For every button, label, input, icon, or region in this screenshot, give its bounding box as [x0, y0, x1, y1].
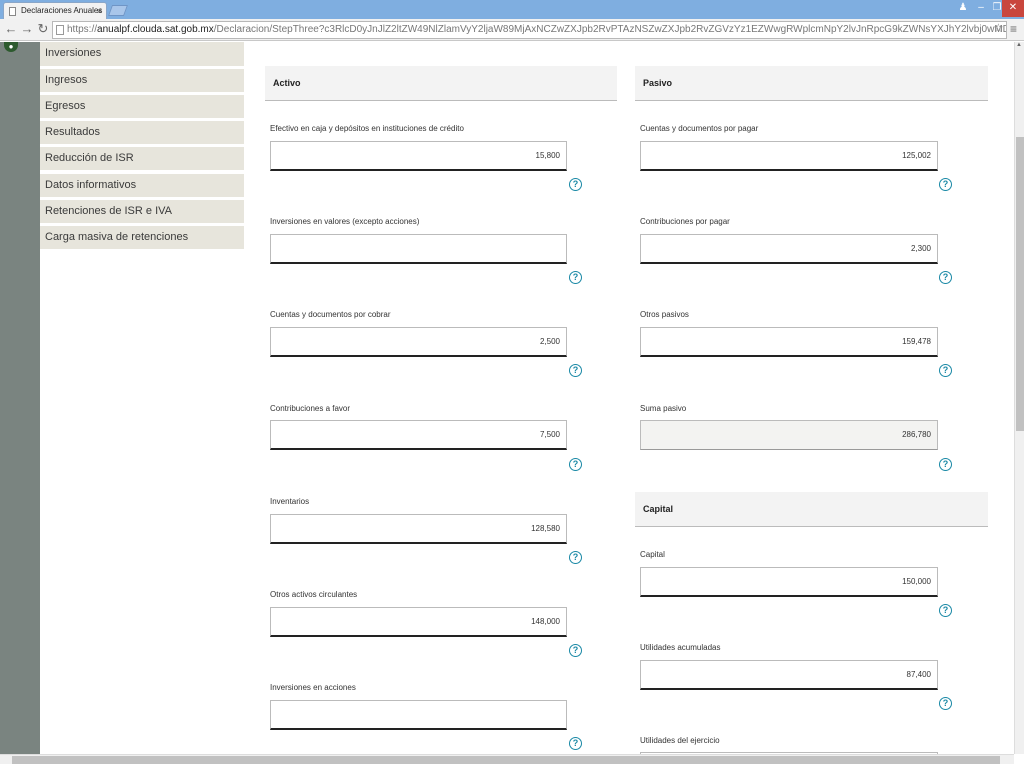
inventarios-field[interactable]: 128,580: [270, 514, 567, 544]
help-icon[interactable]: ?: [569, 178, 582, 191]
otros-activos-field[interactable]: 148,000: [270, 607, 567, 637]
scroll-thumb[interactable]: [1016, 137, 1024, 431]
help-icon[interactable]: ?: [569, 364, 582, 377]
browser-menu-icon[interactable]: ≡: [1010, 22, 1022, 36]
field-label: Contribuciones por pagar: [640, 217, 730, 226]
bookmark-star-icon[interactable]: ☆: [993, 21, 1004, 35]
close-tab-icon[interactable]: ×: [97, 3, 102, 19]
browser-tab[interactable]: Declaraciones Anuales ×: [3, 2, 107, 19]
browser-toolbar: ← → ↻ https://anualpf.clouda.sat.gob.mx/…: [0, 19, 1024, 41]
activo-heading: Activo: [265, 66, 617, 101]
contribuciones-favor-field[interactable]: 7,500: [270, 420, 567, 450]
minimize-icon[interactable]: –: [973, 0, 989, 17]
sidebar-item-reduccion-isr[interactable]: Reducción de ISR: [40, 147, 244, 170]
suma-pasivo-field: 286,780: [640, 420, 938, 450]
cuentas-cobrar-field[interactable]: 2,500: [270, 327, 567, 357]
left-rail: ●: [0, 42, 40, 754]
window-titlebar: Declaraciones Anuales × ♟ – ❐ ✕: [0, 0, 1024, 19]
user-icon[interactable]: ♟: [953, 0, 973, 17]
help-icon[interactable]: ?: [939, 697, 952, 710]
sidebar-item-resultados[interactable]: Resultados: [40, 121, 244, 144]
help-icon[interactable]: ?: [939, 458, 952, 471]
capital-heading: Capital: [635, 492, 988, 527]
inversiones-valores-field[interactable]: [270, 234, 567, 264]
page-icon: [9, 7, 16, 16]
reload-icon[interactable]: ↻: [35, 21, 51, 37]
help-icon[interactable]: ?: [569, 551, 582, 564]
field-label: Cuentas y documentos por pagar: [640, 124, 759, 133]
page-info-icon[interactable]: [56, 25, 64, 35]
field-label: Inventarios: [270, 497, 310, 506]
otros-pasivos-field[interactable]: 159,478: [640, 327, 938, 357]
url-prefix: https://: [67, 24, 98, 35]
address-bar[interactable]: https://anualpf.clouda.sat.gob.mx/Declar…: [52, 21, 1007, 39]
toggle-menu-icon[interactable]: ●: [4, 42, 18, 52]
field-label: Cuentas y documentos por cobrar: [270, 310, 391, 319]
close-window-icon[interactable]: ✕: [1002, 0, 1024, 17]
utilidades-acumuladas-field[interactable]: 87,400: [640, 660, 938, 690]
efectivo-field[interactable]: 15,800: [270, 141, 567, 171]
sidebar-item-egresos[interactable]: Egresos: [40, 95, 244, 118]
field-label: Inversiones en valores (excepto acciones…: [270, 217, 420, 226]
new-tab-button[interactable]: [107, 5, 129, 16]
field-label: Efectivo en caja y depósitos en instituc…: [270, 124, 464, 133]
help-icon[interactable]: ?: [939, 364, 952, 377]
scroll-thumb[interactable]: [12, 756, 1000, 764]
url-path: /Declaracion/StepThree?c3RlcD0yJnJlZ2ltZ…: [213, 24, 1006, 35]
field-label: Otros activos circulantes: [270, 590, 358, 599]
sidebar-item-datos-informativos[interactable]: Datos informativos: [40, 174, 244, 197]
sidebar-item-inversiones[interactable]: Inversiones: [40, 42, 244, 66]
sidebar-item-carga-masiva[interactable]: Carga masiva de retenciones: [40, 226, 244, 249]
capital-field[interactable]: 150,000: [640, 567, 938, 597]
help-icon[interactable]: ?: [569, 271, 582, 284]
forward-icon[interactable]: →: [19, 21, 35, 37]
field-label: Contribuciones a favor: [270, 404, 351, 413]
horizontal-scrollbar[interactable]: [0, 754, 1014, 764]
help-icon[interactable]: ?: [939, 604, 952, 617]
back-icon[interactable]: ←: [3, 21, 19, 37]
help-icon[interactable]: ?: [569, 644, 582, 657]
help-icon[interactable]: ?: [939, 271, 952, 284]
field-label: Suma pasivo: [640, 404, 687, 413]
sidebar-item-retenciones[interactable]: Retenciones de ISR e IVA: [40, 200, 244, 223]
field-label: Utilidades acumuladas: [640, 643, 721, 652]
help-icon[interactable]: ?: [569, 737, 582, 750]
field-label: Inversiones en acciones: [270, 683, 356, 692]
pasivo-heading: Pasivo: [635, 66, 988, 101]
field-label: Utilidades del ejercicio: [640, 736, 720, 745]
url-host: anualpf.clouda.sat.gob.mx: [97, 24, 214, 35]
inversiones-acciones-field[interactable]: [270, 700, 567, 730]
tab-title: Declaraciones Anuales: [21, 6, 103, 15]
vertical-scrollbar[interactable]: ▲: [1014, 42, 1024, 754]
scroll-up-icon[interactable]: ▲: [1016, 42, 1022, 48]
help-icon[interactable]: ?: [939, 178, 952, 191]
field-label: Capital: [640, 550, 665, 559]
cuentas-pagar-field[interactable]: 125,002: [640, 141, 938, 171]
sidebar-item-ingresos[interactable]: Ingresos: [40, 69, 244, 92]
field-label: Otros pasivos: [640, 310, 689, 319]
help-icon[interactable]: ?: [569, 458, 582, 471]
contribuciones-pagar-field[interactable]: 2,300: [640, 234, 938, 264]
